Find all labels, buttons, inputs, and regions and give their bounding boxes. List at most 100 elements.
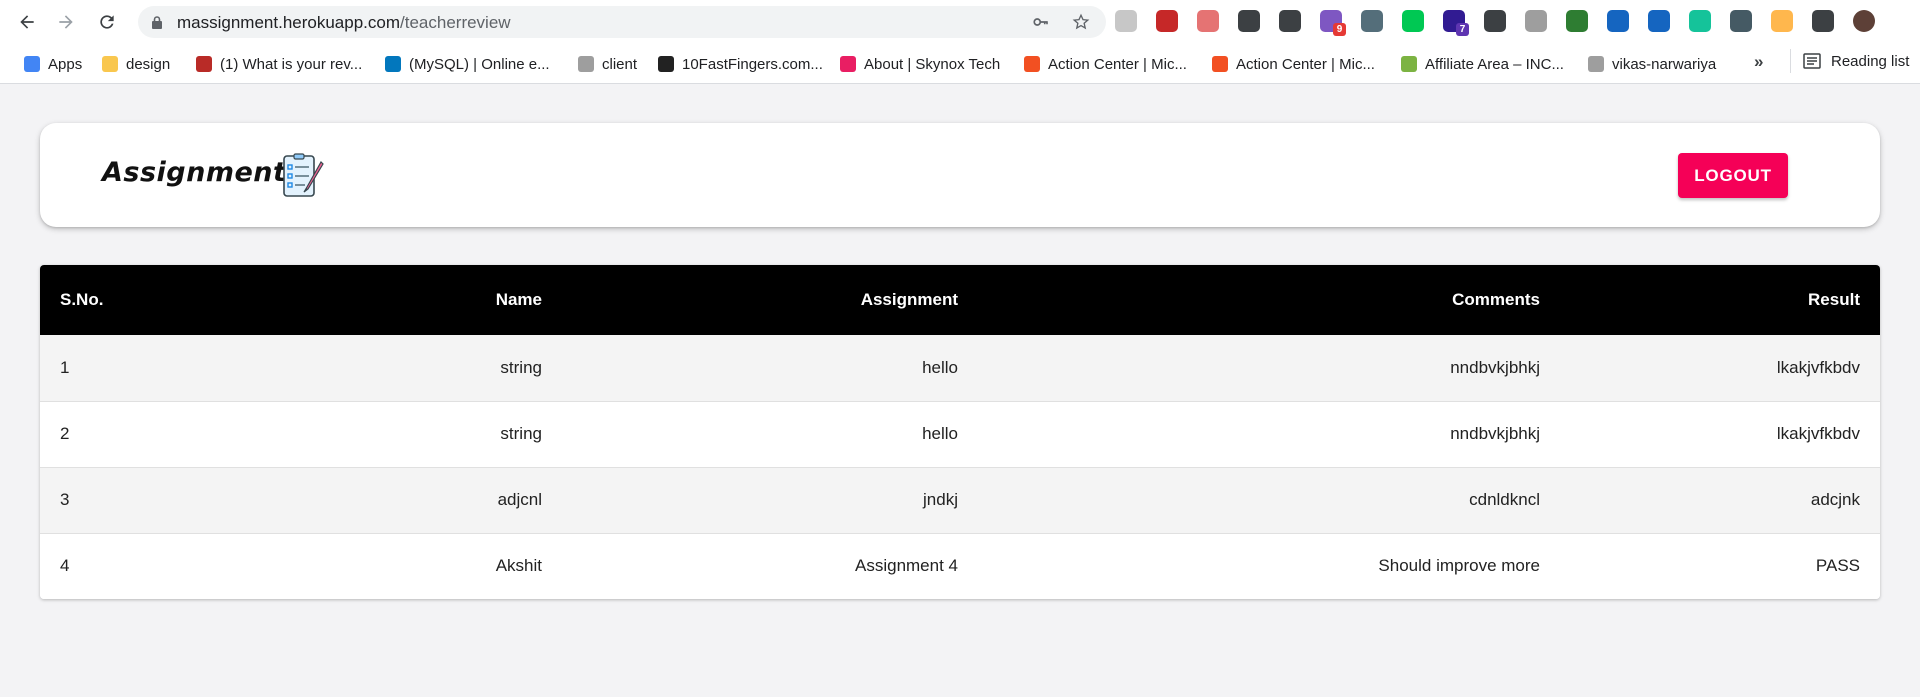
bookmark-item[interactable]: Action Center | Mic... <box>1212 53 1375 75</box>
bookmark-item[interactable]: Affiliate Area – INC... <box>1401 53 1564 75</box>
cell-assignment: hello <box>562 401 978 468</box>
logout-button[interactable]: LOGOUT <box>1678 153 1788 198</box>
forward-button[interactable] <box>48 4 84 40</box>
ext-diamond-icon[interactable]: 7 <box>1443 10 1469 36</box>
braces-icon[interactable] <box>1279 10 1301 32</box>
apps-grid-icon <box>24 56 40 72</box>
bookmark-label: (MySQL) | Online e... <box>409 55 550 73</box>
bookmark-item[interactable]: About | Skynox Tech <box>840 53 1000 75</box>
bookmark-item[interactable]: (1) What is your rev... <box>196 53 362 75</box>
bookmark-item[interactable]: (MySQL) | Online e... <box>385 53 550 75</box>
github-icon <box>578 56 594 72</box>
reading-list-button[interactable]: Reading list <box>1790 49 1909 73</box>
reading-list-label: Reading list <box>1831 52 1910 70</box>
cell-assignment: Assignment 4 <box>855 556 958 576</box>
reload-icon <box>100 15 114 29</box>
screenshot-icon[interactable] <box>1238 10 1260 32</box>
microsoft-icon <box>1024 56 1040 72</box>
skynox-icon <box>840 56 856 72</box>
cell-result: lkakjvfkbdv <box>1560 335 1880 402</box>
react-icon[interactable] <box>1648 10 1670 32</box>
microsoft-icon <box>1212 56 1228 72</box>
cell-comments: nndbvkjbhkj <box>978 401 1560 468</box>
bookmarks-bar: Apps design (1) What is your rev... (MySQL)… <box>0 44 1920 84</box>
github-icon <box>1588 56 1604 72</box>
reading-list-icon <box>1803 53 1821 69</box>
ext-red-square-icon[interactable] <box>1156 10 1178 32</box>
key-icon[interactable] <box>1032 13 1050 31</box>
more-bookmarks-button[interactable]: » <box>1754 52 1763 72</box>
arrow-left-icon <box>20 15 34 29</box>
cell-comments: cdnldkncl <box>978 467 1560 534</box>
table-row: 4 Akshit Assignment 4 Should improve mor… <box>40 533 1880 599</box>
header-comments: Comments <box>1452 290 1540 309</box>
bookmark-item[interactable]: Apps <box>24 53 82 75</box>
cell-name: adjcnl <box>320 467 562 534</box>
star-icon[interactable] <box>1072 13 1090 31</box>
address-bar[interactable]: massignment.herokuapp.com/teacherreview <box>138 6 1106 38</box>
ext-green-icon[interactable] <box>1402 10 1424 32</box>
cell-sno: 1 <box>40 335 320 402</box>
bookmark-item[interactable]: client <box>578 53 637 75</box>
ext-purple-badge-icon[interactable]: 9 <box>1320 10 1346 36</box>
bookmark-item[interactable]: vikas-narwariya <box>1588 53 1716 75</box>
cell-sno: 3 <box>40 467 320 534</box>
bookmark-label: Action Center | Mic... <box>1236 55 1375 73</box>
header-assignment: Assignment <box>860 290 958 309</box>
puzzle-icon[interactable] <box>1812 10 1834 32</box>
review-table: S.No. Name Assignment Comments Result 1 … <box>40 265 1880 599</box>
header-sno: S.No. <box>60 290 104 309</box>
function-icon[interactable] <box>1484 10 1506 32</box>
bookmark-label: client <box>602 55 638 73</box>
cell-sno: 2 <box>40 401 320 468</box>
bookmark-item[interactable]: Action Center | Mic... <box>1024 53 1187 75</box>
profile-avatar-icon[interactable] <box>1853 10 1875 32</box>
cell-result: adcjnk <box>1560 467 1880 534</box>
affiliate-icon <box>1401 56 1417 72</box>
ext-card-icon[interactable] <box>1730 10 1752 32</box>
url-text: massignment.herokuapp.com/teacherreview <box>177 13 511 32</box>
browser-toolbar: massignment.herokuapp.com/teacherreview … <box>0 0 1920 44</box>
bookmark-item[interactable]: 10FastFingers.com... <box>658 53 823 75</box>
cell-result: PASS <box>1815 556 1860 576</box>
bookmark-label: Apps <box>48 55 83 73</box>
bookmark-label: vikas-narwariya <box>1612 55 1717 73</box>
cell-name: Akshit <box>495 556 542 576</box>
extension-badge: 9 <box>1333 23 1346 36</box>
arrow-right-icon <box>59 15 73 29</box>
header-result: Result <box>1808 290 1860 309</box>
cell-assignment: jndkj <box>562 467 978 534</box>
back-button[interactable] <box>9 4 45 40</box>
table-row: 1 string hello nndbvkjbhkj lkakjvfkbdv <box>40 335 1880 402</box>
reload-button[interactable] <box>89 4 125 40</box>
table-row: 3 adjcnl jndkj cdnldkncl adcjnk <box>40 467 1880 534</box>
ext-owl-icon[interactable] <box>1361 10 1383 32</box>
feather-icon[interactable] <box>1607 10 1629 32</box>
app-logo-text: Assignment <box>102 157 287 188</box>
quora-icon <box>196 56 212 72</box>
ext-orange-icon[interactable] <box>1771 10 1793 32</box>
checklist-icon <box>283 153 324 197</box>
code-ext-icon[interactable] <box>1566 10 1588 32</box>
table-row: 2 string hello nndbvkjbhkj lkakjvfkbdv <box>40 401 1880 468</box>
bookmark-label: Action Center | Mic... <box>1048 55 1187 73</box>
cell-result: lkakjvfkbdv <box>1560 401 1880 468</box>
lock-icon <box>152 16 162 29</box>
cell-assignment: hello <box>562 335 978 402</box>
header-name: Name <box>495 290 542 309</box>
grammarly-icon[interactable] <box>1689 10 1711 32</box>
bookmark-item[interactable]: design <box>102 53 170 75</box>
extensions-row: 97 <box>1115 10 1915 36</box>
cell-sno: 4 <box>60 556 70 576</box>
bookmark-label: design <box>126 55 171 73</box>
bookmark-label: 10FastFingers.com... <box>682 55 823 73</box>
cell-comments: Should improve more <box>1378 556 1540 576</box>
table-header-row: S.No. Name Assignment Comments Result <box>40 265 1880 335</box>
ext-pink-dots-icon[interactable] <box>1197 10 1219 32</box>
gear-ext-icon[interactable] <box>1525 10 1547 32</box>
fastfingers-icon <box>658 56 674 72</box>
ext-a-icon[interactable] <box>1115 10 1137 32</box>
extension-badge: 7 <box>1456 23 1469 36</box>
bookmark-label: About | Skynox Tech <box>864 55 1001 73</box>
bookmark-label: (1) What is your rev... <box>220 55 363 73</box>
